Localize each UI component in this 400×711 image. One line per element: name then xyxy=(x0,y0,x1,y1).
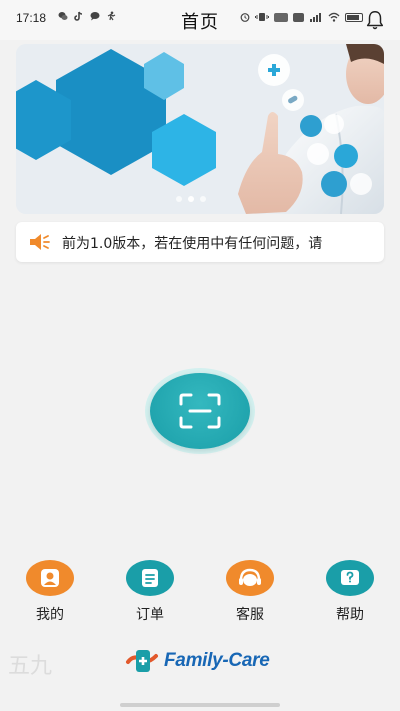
function-menu: 我的 订单 客服 帮助 xyxy=(0,560,400,630)
menu-item-help[interactable]: 帮助 xyxy=(310,560,390,624)
battery-icon xyxy=(345,12,363,22)
carousel-dot-active[interactable] xyxy=(188,196,194,202)
menu-item-customer-service[interactable]: 客服 xyxy=(210,560,290,624)
menu-label: 订单 xyxy=(136,607,164,623)
carousel-dot[interactable] xyxy=(176,196,182,202)
wifi-icon xyxy=(328,12,340,22)
home-indicator[interactable] xyxy=(120,703,280,707)
scan-button-ring xyxy=(145,368,255,454)
user-icon xyxy=(26,560,74,596)
hd-icon xyxy=(293,12,304,22)
brand-logo: Family-Care xyxy=(124,645,284,677)
help-icon xyxy=(326,560,374,596)
notice-text: 前为1.0版本，若在使用中有任何问题，请 xyxy=(62,236,323,252)
menu-item-orders[interactable]: 订单 xyxy=(110,560,190,624)
logo-text: Family-Care xyxy=(164,650,270,671)
system-status-icons xyxy=(240,12,363,22)
carousel-dot[interactable] xyxy=(200,196,206,202)
notice-bar[interactable]: 前为1.0版本，若在使用中有任何问题，请 xyxy=(16,222,384,262)
menu-item-mine[interactable]: 我的 xyxy=(10,560,90,624)
menu-label: 客服 xyxy=(236,607,264,623)
customer-service-icon xyxy=(226,560,274,596)
order-icon xyxy=(126,560,174,596)
bell-icon[interactable] xyxy=(364,9,386,31)
logo-icon xyxy=(126,650,158,672)
menu-label: 我的 xyxy=(36,607,64,623)
watermark: 五九 xyxy=(8,654,53,679)
top-bar: 17:18 首页 xyxy=(0,0,400,40)
banner-carousel[interactable] xyxy=(16,44,384,214)
network-speed-icon xyxy=(274,12,288,22)
scan-icon xyxy=(179,393,221,429)
menu-label: 帮助 xyxy=(336,607,364,623)
scan-button[interactable] xyxy=(150,373,250,449)
signal-icon xyxy=(310,13,321,22)
vibrate-icon xyxy=(255,13,269,21)
carousel-indicator xyxy=(176,196,206,202)
banner-image xyxy=(16,44,384,214)
speaker-icon xyxy=(30,234,50,250)
alarm-icon xyxy=(240,13,250,22)
